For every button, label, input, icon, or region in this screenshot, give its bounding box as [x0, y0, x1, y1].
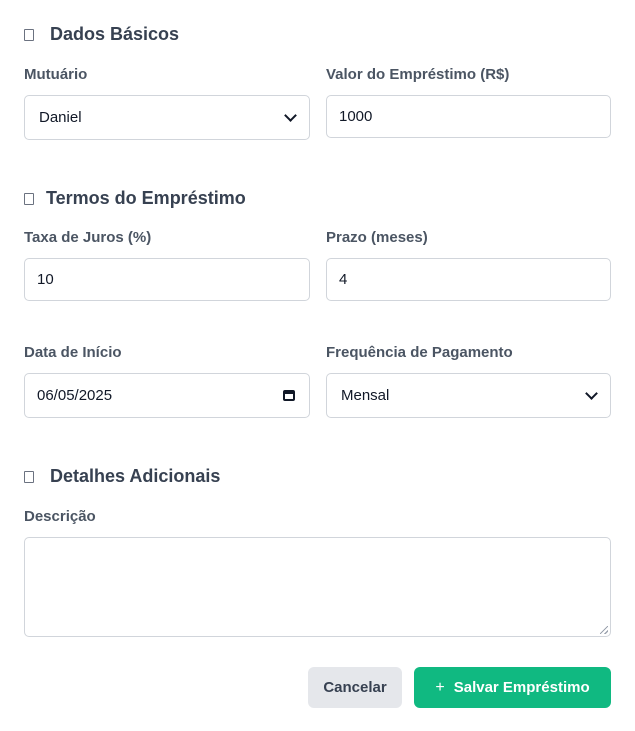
interest-rate-input[interactable]: 10: [24, 258, 310, 301]
chevron-down-icon: [284, 109, 297, 122]
plus-icon: +: [435, 678, 445, 696]
description-label: Descrição: [24, 508, 96, 525]
section-basic-label: Dados Básicos: [50, 24, 180, 44]
section-icon: [24, 192, 34, 205]
interest-rate-label: Taxa de Juros (%): [24, 229, 152, 246]
start-date-input-value: 06/05/2025: [37, 387, 113, 404]
section-terms-label: Termos do Empréstimo: [46, 188, 246, 208]
save-loan-button[interactable]: + Salvar Empréstimo: [414, 667, 611, 708]
resize-handle-icon[interactable]: [600, 626, 608, 634]
cancel-button-label: Cancelar: [323, 679, 387, 696]
term-label: Prazo (meses): [326, 229, 428, 246]
borrower-select[interactable]: Daniel: [24, 95, 310, 140]
save-loan-button-label: Salvar Empréstimo: [453, 679, 590, 696]
section-details-title: Detalhes Adicionais: [24, 466, 220, 487]
amount-input-value: 1000: [339, 108, 373, 125]
section-terms-title: Termos do Empréstimo: [24, 188, 246, 209]
start-date-input[interactable]: 06/05/2025: [24, 373, 310, 418]
amount-input[interactable]: 1000: [326, 95, 611, 138]
frequency-select-value: Mensal: [341, 387, 390, 404]
section-icon: [24, 28, 34, 41]
section-details-label: Detalhes Adicionais: [50, 466, 221, 486]
chevron-down-icon: [585, 387, 598, 400]
term-input-value: 4: [339, 271, 348, 288]
interest-rate-input-value: 10: [37, 271, 54, 288]
frequency-select[interactable]: Mensal: [326, 373, 611, 418]
cancel-button[interactable]: Cancelar: [308, 667, 402, 708]
borrower-label: Mutuário: [24, 66, 88, 83]
calendar-icon[interactable]: [283, 390, 295, 401]
amount-label: Valor do Empréstimo (R$): [326, 66, 510, 83]
start-date-label: Data de Início: [24, 344, 122, 361]
loan-form: Dados Básicos Mutuário Daniel Valor do E…: [0, 0, 635, 731]
borrower-select-value: Daniel: [39, 109, 82, 126]
section-basic-title: Dados Básicos: [24, 24, 179, 45]
description-textarea[interactable]: [24, 537, 611, 637]
term-input[interactable]: 4: [326, 258, 611, 301]
section-icon: [24, 470, 34, 483]
frequency-label: Frequência de Pagamento: [326, 344, 513, 361]
